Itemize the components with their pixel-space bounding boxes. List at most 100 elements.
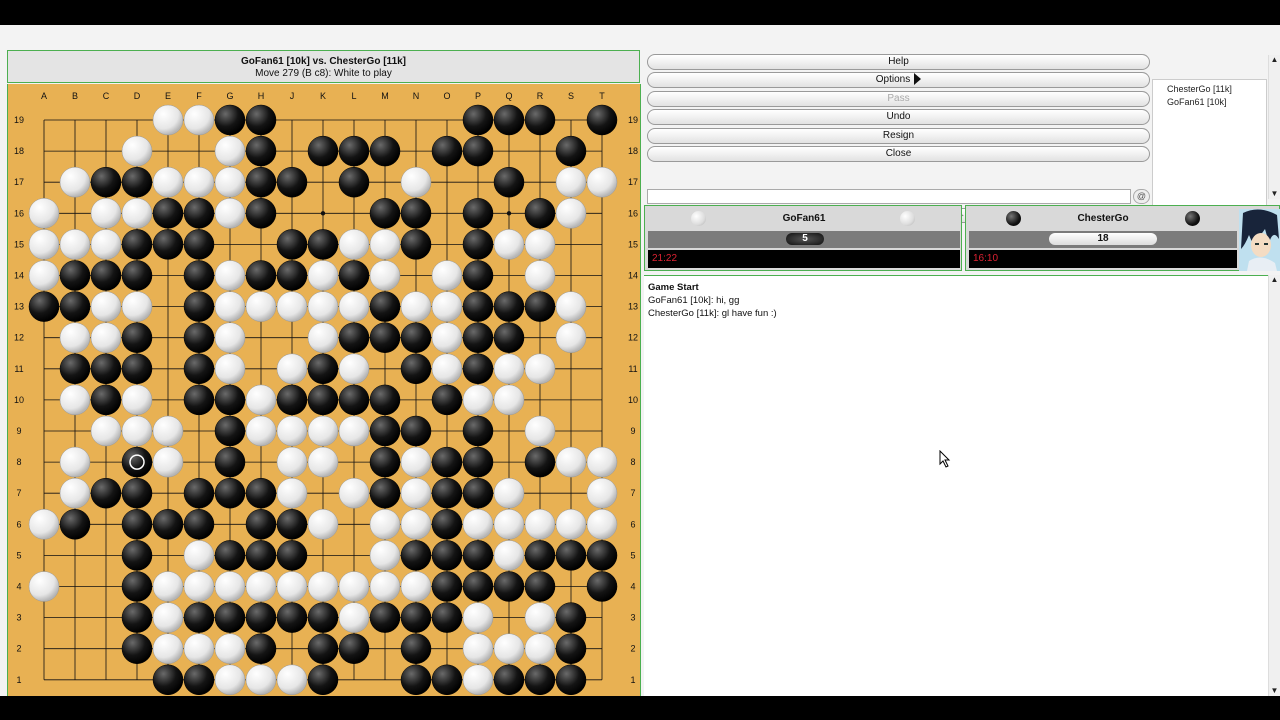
black-stone: [121, 477, 153, 509]
black-stone: [338, 166, 370, 198]
white-stone: [400, 291, 432, 322]
black-stone: [462, 135, 494, 167]
black-stone: [59, 509, 91, 540]
white-stone: [462, 384, 494, 416]
white-stone: [524, 602, 556, 633]
column-label: N: [413, 91, 420, 101]
white-stone: [369, 571, 401, 602]
white-stone: [90, 322, 122, 353]
white-stone: [524, 415, 556, 447]
chevron-down-icon[interactable]: ▼: [1269, 686, 1280, 696]
black-stone: [431, 540, 463, 571]
go-board[interactable]: A 19 19 B 18 18 C 17 17 D 16 16 E 15 15 F 14 14 G 13 13 H 12 12…: [7, 84, 641, 696]
black-stone: [307, 664, 339, 696]
black-stone: [276, 509, 308, 540]
white-stone: [90, 415, 122, 447]
star-point: [320, 211, 326, 216]
row-label: 18: [14, 146, 24, 156]
mouse-cursor-icon: [939, 450, 951, 468]
white-stone: [462, 633, 494, 664]
white-stone: [400, 446, 432, 478]
help-button[interactable]: Help: [647, 54, 1150, 70]
white-stone: [276, 664, 308, 696]
undo-button[interactable]: Undo: [647, 109, 1150, 125]
column-label: D: [134, 91, 141, 101]
white-stone: [555, 322, 587, 353]
black-stone: [400, 353, 432, 385]
white-stone: [276, 291, 308, 322]
column-label: E: [165, 91, 171, 101]
captures-bar: 18: [969, 231, 1237, 248]
white-stone: [555, 198, 587, 229]
white-stone: [214, 571, 246, 602]
black-stone: [369, 322, 401, 353]
black-stone: [183, 477, 215, 509]
white-stone: [586, 166, 618, 198]
white-stone: [59, 446, 91, 478]
row-label: 1: [630, 675, 635, 685]
chat-scrollbar[interactable]: ▲ ▼: [1268, 275, 1280, 696]
row-label: 2: [16, 644, 21, 654]
chat-log[interactable]: Game Start GoFan61 [10k]: hi, gg Chester…: [644, 275, 1280, 696]
white-stone: [183, 571, 215, 602]
black-stone: [183, 229, 215, 260]
goban-svg[interactable]: A19 19B18 18C17 17D16 16E15 15F14 14G13 13H12 12…: [8, 84, 641, 696]
captures-count: 5: [786, 233, 824, 245]
black-stone: [431, 477, 463, 509]
black-stone: [183, 198, 215, 229]
row-label: 17: [628, 177, 638, 187]
black-stone: [276, 229, 308, 260]
white-stone: [493, 509, 525, 540]
white-stone: [338, 415, 370, 447]
white-stone: [338, 229, 370, 260]
white-stone: [338, 291, 370, 322]
black-stone: [462, 415, 494, 447]
chat-input[interactable]: [647, 189, 1131, 204]
white-stone: [462, 602, 494, 633]
avatar: [1239, 209, 1280, 271]
row-label: 9: [630, 426, 635, 436]
white-stone: [493, 477, 525, 509]
close-button[interactable]: Close: [647, 146, 1150, 162]
list-item[interactable]: ChesterGo [11k]: [1167, 83, 1266, 96]
black-stone: [369, 135, 401, 167]
row-label: 11: [14, 364, 23, 374]
row-label: 11: [628, 364, 637, 374]
black-stone: [431, 446, 463, 478]
white-stone: [59, 322, 91, 353]
black-stone: [524, 104, 556, 136]
players-scrollbar[interactable]: ▲ ▼: [1268, 55, 1280, 199]
resign-button[interactable]: Resign: [647, 128, 1150, 144]
black-stone: [59, 260, 91, 291]
chevron-up-icon[interactable]: ▲: [1269, 55, 1280, 65]
chevron-up-icon[interactable]: ▲: [1269, 275, 1280, 285]
black-stone: [307, 384, 339, 416]
white-stone: [152, 571, 184, 602]
column-label: C: [103, 91, 110, 101]
black-stone: [524, 198, 556, 229]
black-stone: [245, 633, 277, 664]
options-button[interactable]: Options: [647, 72, 1150, 88]
black-stone: [555, 633, 587, 664]
send-icon[interactable]: @: [1133, 189, 1150, 204]
black-stone: [121, 322, 153, 353]
black-stone: [338, 384, 370, 416]
row-label: 19: [14, 115, 24, 125]
chevron-down-icon[interactable]: ▼: [1269, 189, 1280, 199]
black-stone: [400, 415, 432, 447]
black-stone: [462, 477, 494, 509]
row-label: 13: [14, 302, 24, 312]
pass-button[interactable]: Pass: [647, 91, 1150, 107]
column-label: M: [381, 91, 389, 101]
white-player-panel: GoFan61 5 21:22: [644, 205, 962, 271]
black-stone: [555, 664, 587, 696]
list-item[interactable]: GoFan61 [10k]: [1167, 96, 1266, 109]
white-stone: [183, 166, 215, 198]
black-stone: [183, 322, 215, 353]
row-label: 8: [630, 457, 635, 467]
black-stone: [338, 633, 370, 664]
white-stone: [276, 415, 308, 447]
white-stone: [431, 353, 463, 385]
black-stone: [369, 477, 401, 509]
white-stone: [214, 633, 246, 664]
